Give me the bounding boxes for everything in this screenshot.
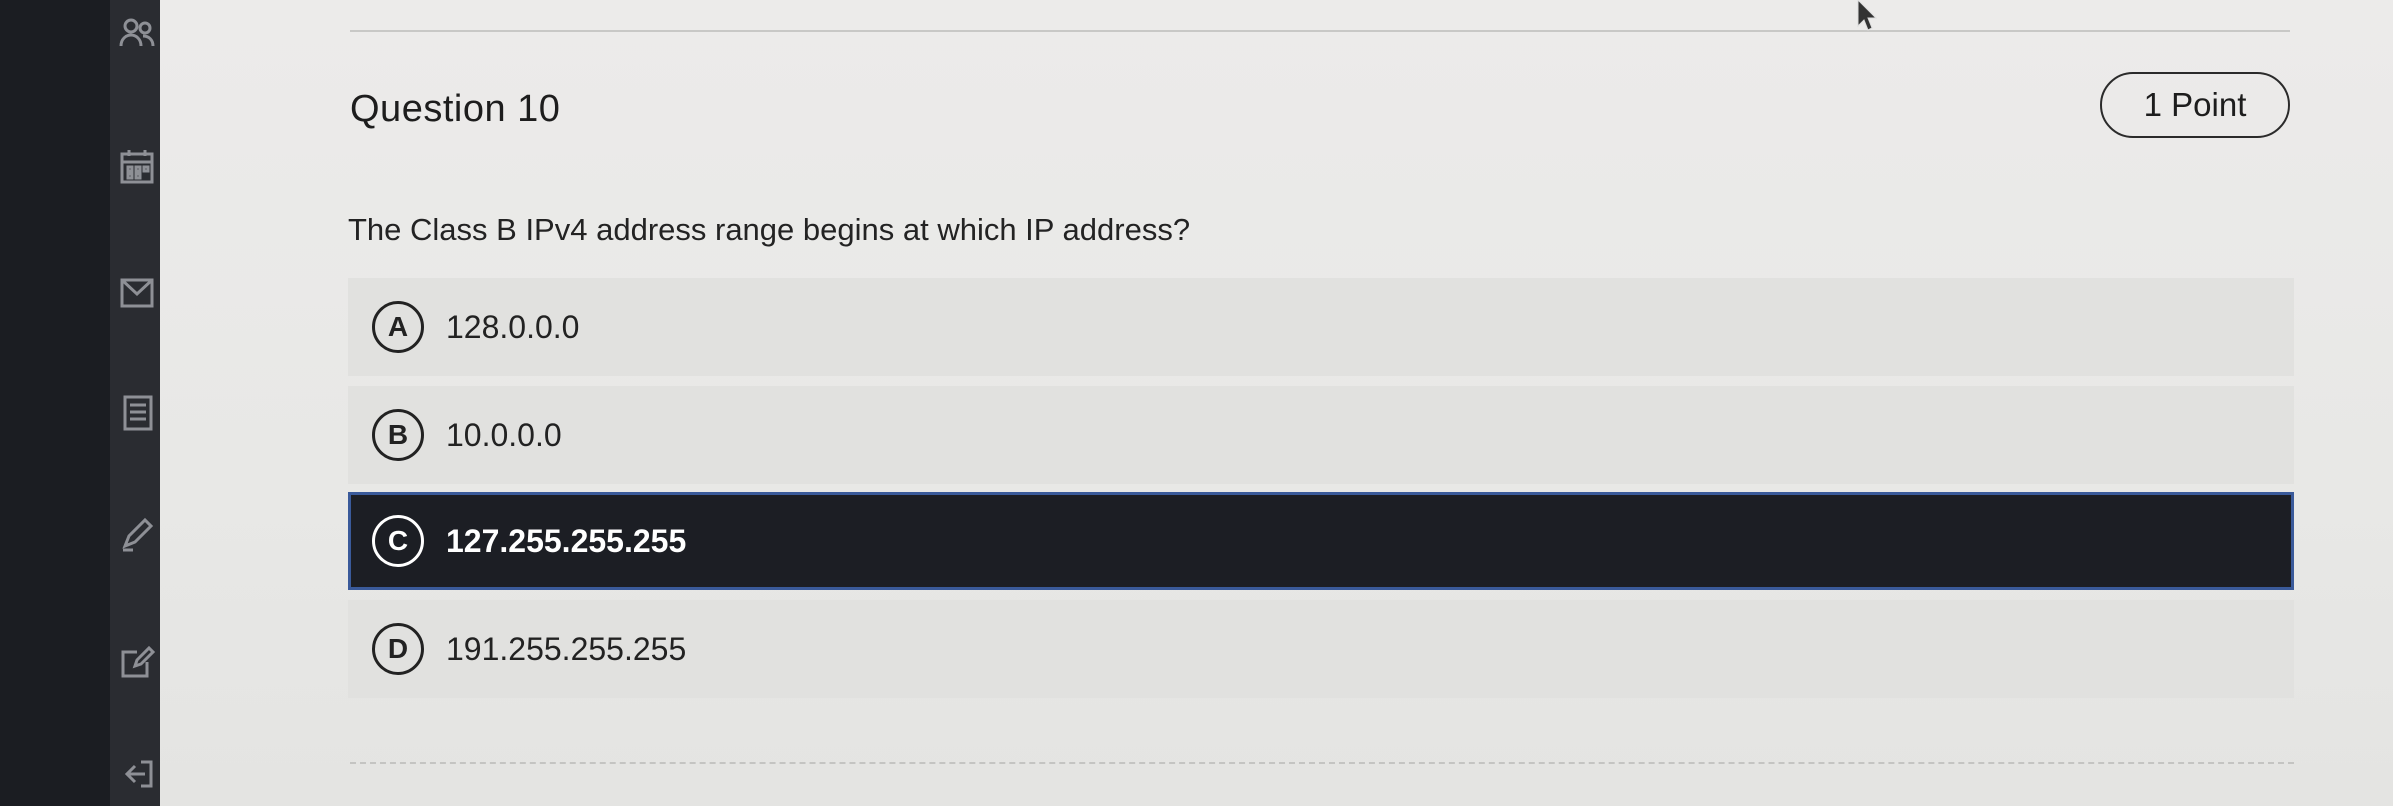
option-letter: C [372, 515, 424, 567]
pencil-icon[interactable] [117, 514, 157, 554]
top-divider [350, 30, 2290, 32]
mouse-cursor-icon [1857, 0, 1878, 31]
option-a[interactable]: A 128.0.0.0 [348, 278, 2294, 376]
option-answer: 128.0.0.0 [446, 308, 580, 345]
edit-icon[interactable] [117, 642, 157, 682]
question-text: The Class B IPv4 address range begins at… [348, 212, 1191, 247]
option-b[interactable]: B 10.0.0.0 [348, 386, 2294, 484]
logout-icon[interactable] [117, 754, 157, 794]
question-title: Question 10 [350, 88, 561, 130]
option-letter: D [372, 623, 424, 675]
option-answer: 191.255.255.255 [446, 630, 687, 667]
option-letter: A [372, 301, 424, 353]
option-answer: 10.0.0.0 [446, 416, 562, 453]
calendar-icon[interactable] [117, 146, 157, 186]
points-badge: 1 Point [2100, 72, 2290, 138]
option-c[interactable]: C 127.255.255.255 [348, 492, 2294, 590]
quiz-main-panel: Question 10 1 Point The Class B IPv4 add… [160, 0, 2393, 806]
mail-icon[interactable] [117, 272, 157, 312]
people-icon[interactable] [117, 14, 157, 54]
option-answer: 127.255.255.255 [446, 522, 687, 559]
option-letter: B [372, 409, 424, 461]
bottom-divider [350, 762, 2294, 764]
document-icon[interactable] [117, 392, 157, 432]
sidebar [0, 0, 160, 806]
option-d[interactable]: D 191.255.255.255 [348, 600, 2294, 698]
